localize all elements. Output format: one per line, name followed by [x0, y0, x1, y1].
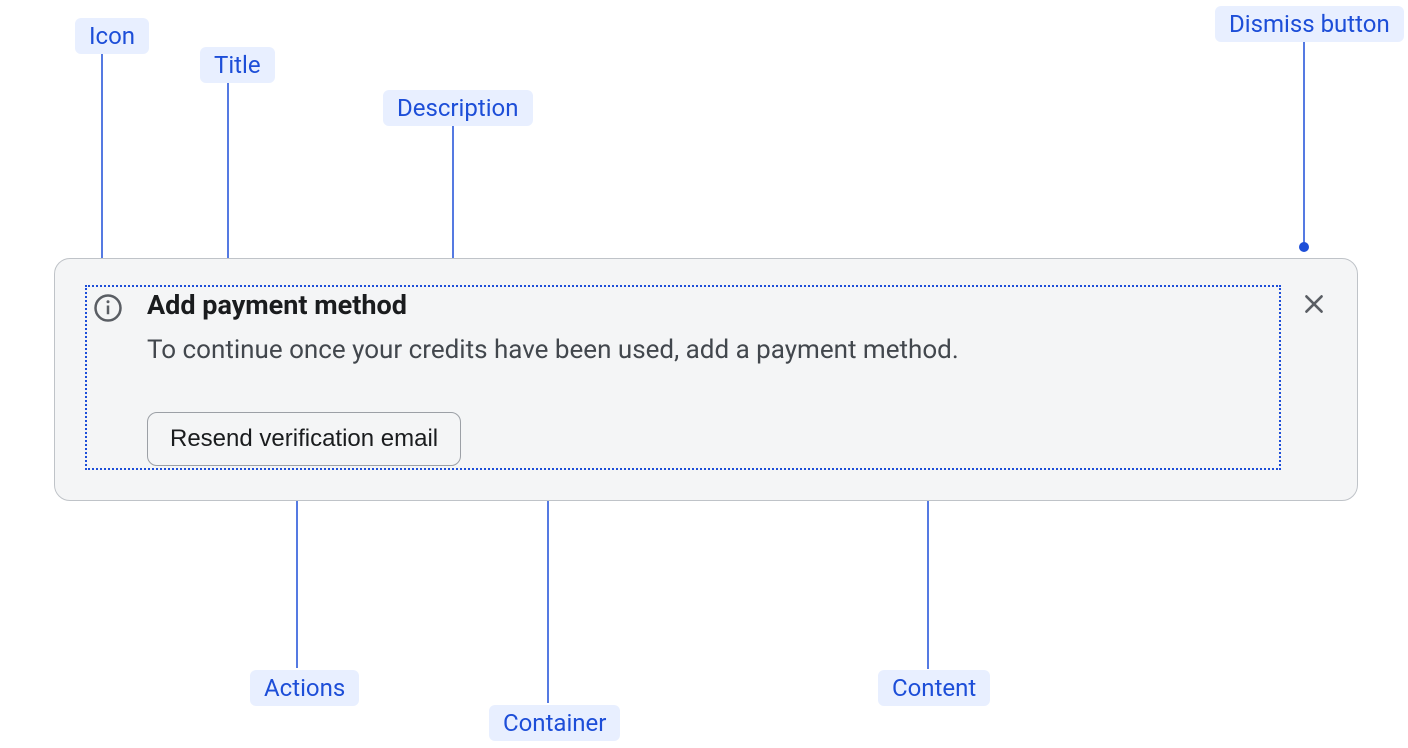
resend-verification-button[interactable]: Resend verification email	[147, 412, 461, 466]
banner-text-block: Add payment method To continue once your…	[147, 289, 1277, 466]
annotation-label-content: Content	[878, 670, 990, 706]
annotation-label-description: Description	[383, 90, 533, 126]
banner-description: To continue once your credits have been …	[147, 333, 1277, 368]
info-icon	[93, 293, 123, 323]
banner-title: Add payment method	[147, 289, 1277, 323]
dismiss-button[interactable]	[1301, 291, 1327, 317]
diagram-canvas: Icon Title Description Dismiss button Ac…	[0, 0, 1408, 748]
banner-content-area: Add payment method To continue once your…	[85, 285, 1281, 470]
annotation-label-icon: Icon	[75, 18, 149, 54]
banner-actions: Resend verification email	[147, 412, 1277, 466]
banner-container: Add payment method To continue once your…	[54, 258, 1358, 501]
annotation-label-title: Title	[200, 47, 275, 83]
annotation-label-container: Container	[489, 705, 620, 741]
annotation-label-dismiss: Dismiss button	[1215, 6, 1404, 42]
annotation-label-actions: Actions	[250, 670, 359, 706]
